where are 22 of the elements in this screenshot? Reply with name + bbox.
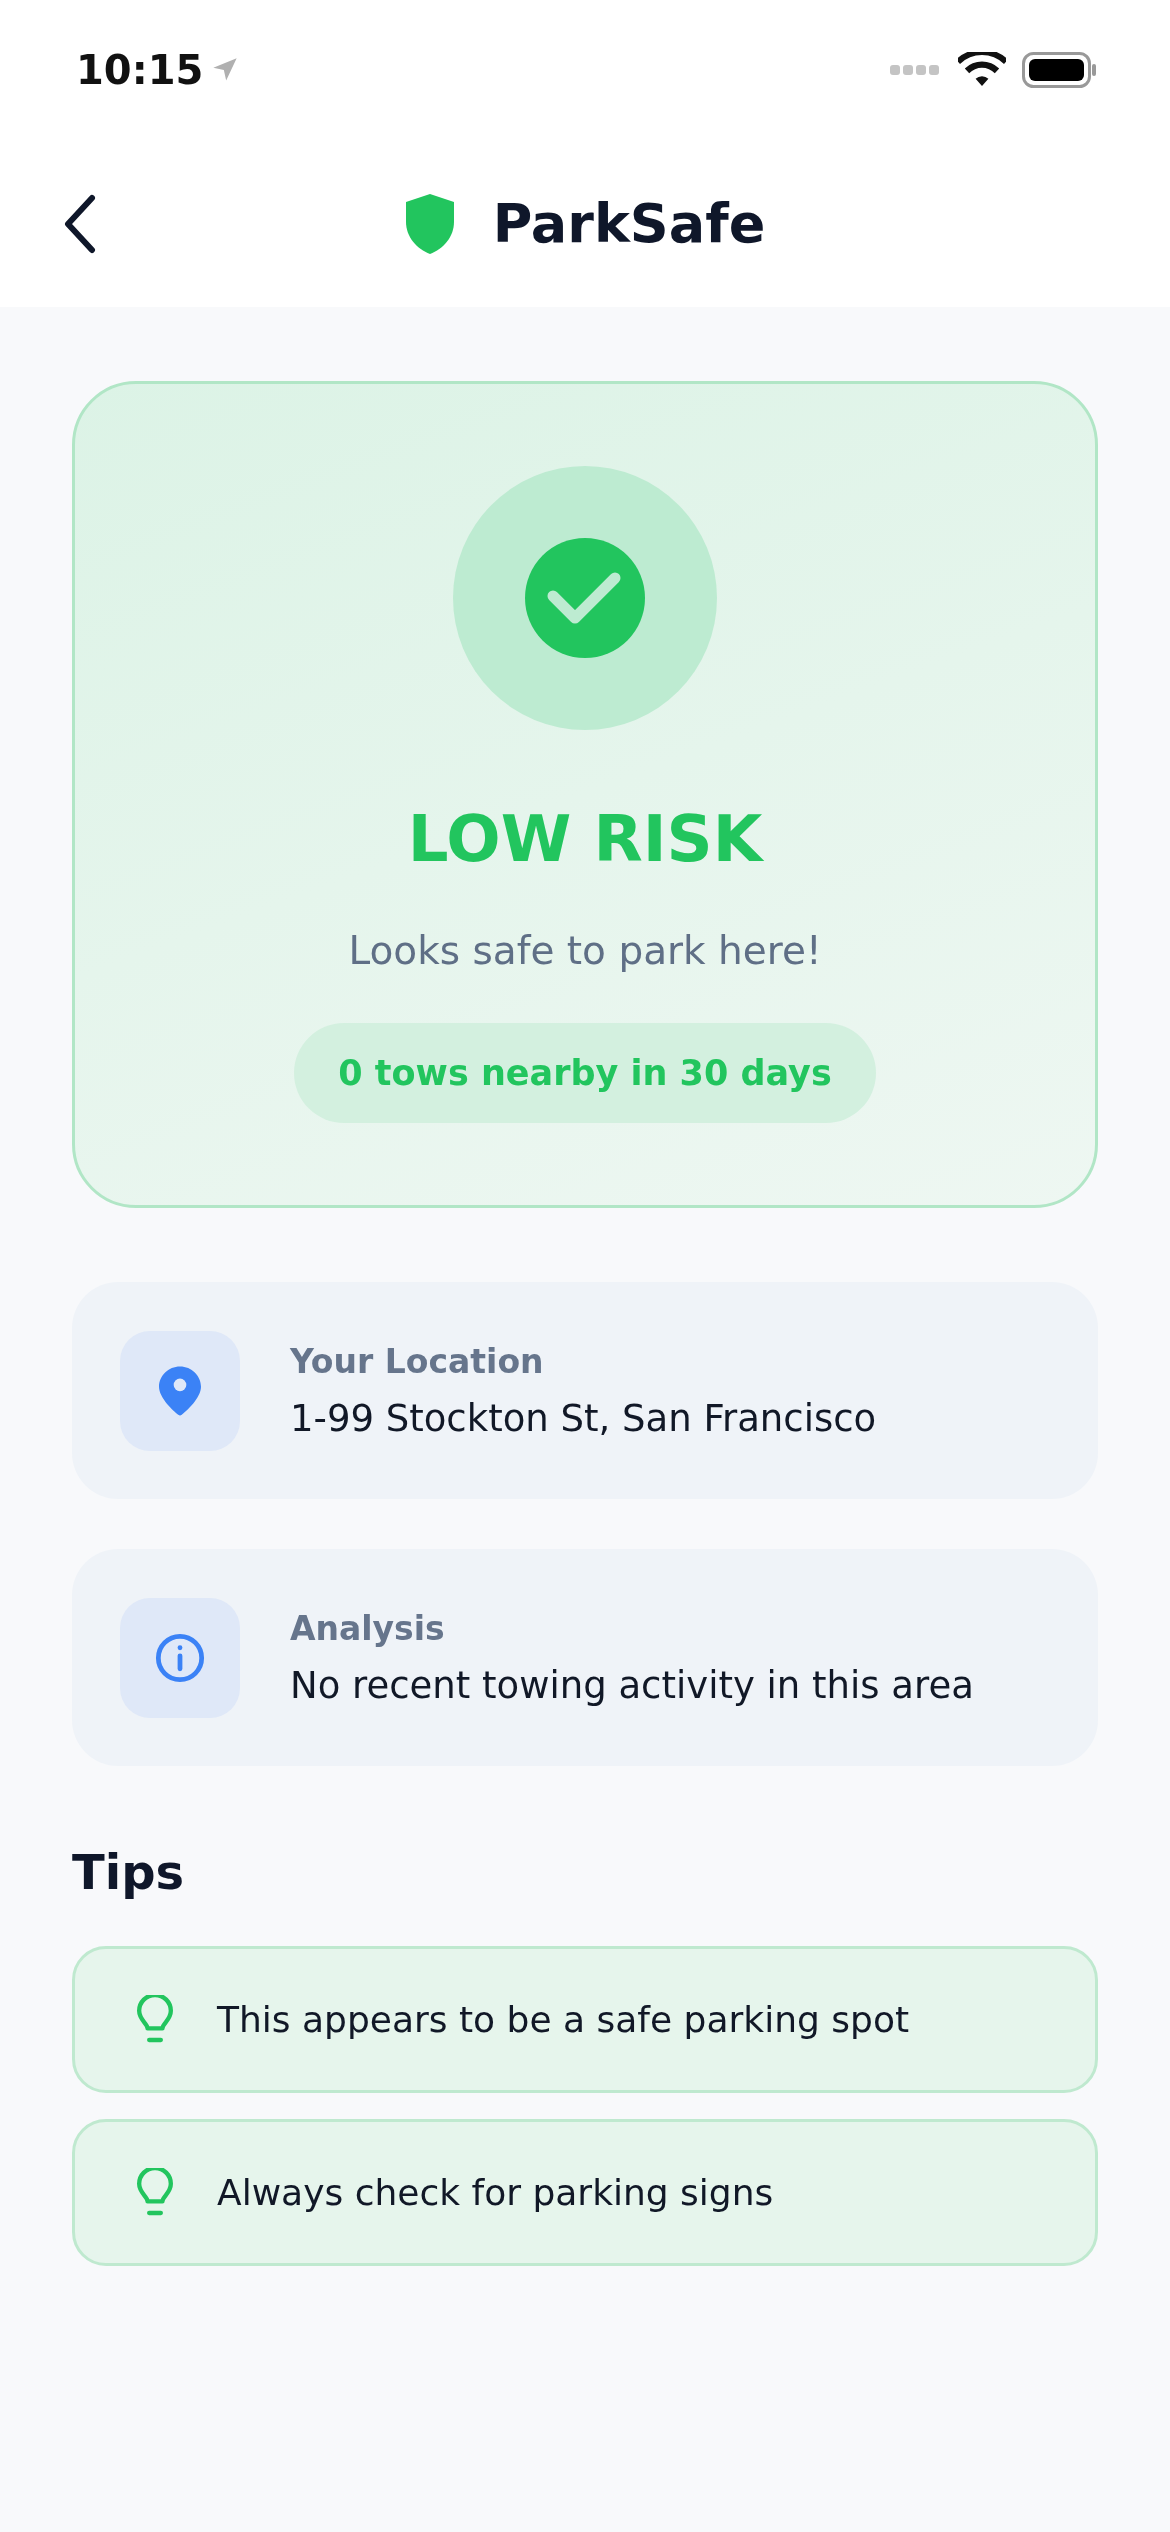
section-title: Tips [72, 1844, 186, 1900]
tow-count-badge: 0 tows nearby in 30 days [294, 1023, 876, 1123]
wifi-icon [958, 52, 1006, 88]
app-title: ParkSafe [492, 192, 766, 255]
info-value: No recent towing activity in this area [290, 1663, 974, 1707]
risk-level: LOW RISK [407, 802, 763, 876]
location-pin-icon [159, 1365, 201, 1416]
risk-message: Looks safe to park here! [348, 928, 822, 973]
lightbulb-icon [135, 1994, 175, 2045]
info-label: Analysis [290, 1608, 446, 1648]
tip-text: This appears to be a safe parking spot [217, 1999, 909, 2040]
signal-icon [890, 63, 942, 77]
shield-icon [404, 193, 455, 254]
battery-icon [1022, 52, 1098, 88]
info-icon [154, 1631, 206, 1684]
info-value: 1-99 Stockton St, San Francisco [290, 1396, 877, 1440]
back-chevron-icon [62, 193, 98, 254]
tip-text: Always check for parking signs [217, 2172, 774, 2213]
status-time: 10:15 [76, 47, 204, 93]
info-label: Your Location [290, 1341, 545, 1381]
lightbulb-icon [135, 2167, 175, 2218]
check-icon [525, 538, 645, 658]
